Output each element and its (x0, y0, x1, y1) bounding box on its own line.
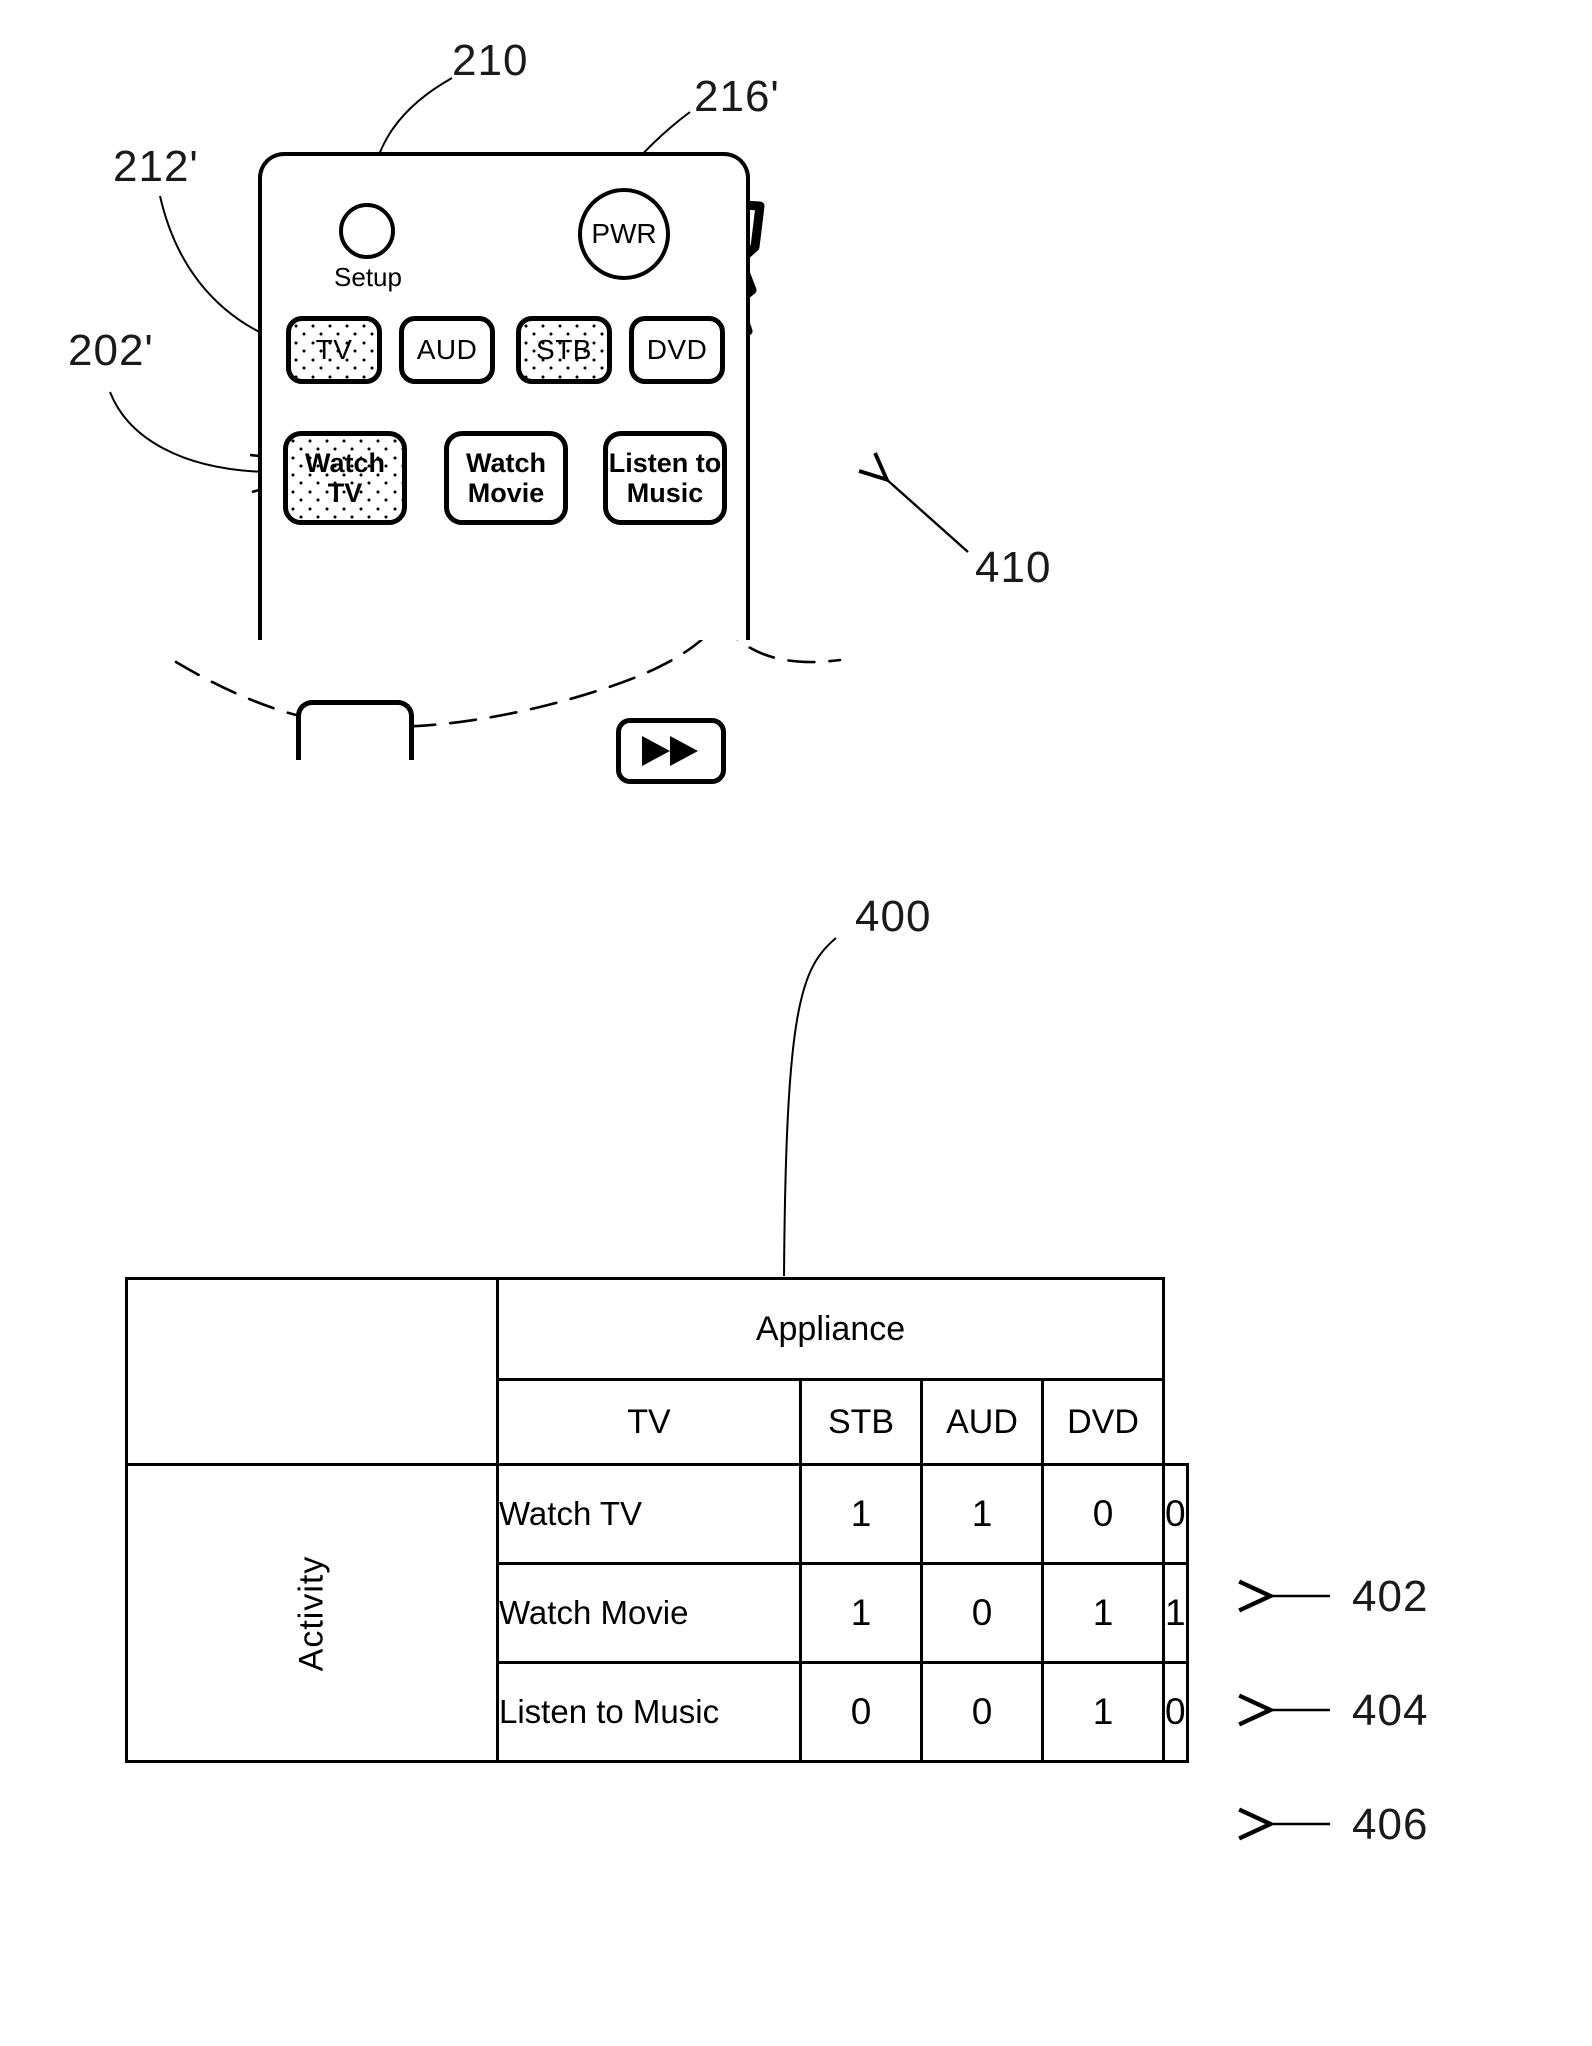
device-button-aud-label: AUD (416, 334, 478, 365)
table-cell-activity-name: Listen to Music (496, 1661, 802, 1763)
activity-button-watch-movie[interactable]: Watch Movie (444, 431, 568, 525)
remote-control-body (258, 152, 750, 640)
fast-forward-button[interactable] (616, 718, 726, 784)
table-cell-value: 0 (920, 1661, 1044, 1763)
table-header-appliance: Appliance (496, 1277, 1165, 1381)
table-cell-activity-name: Watch Movie (496, 1562, 802, 1664)
table-header-stb: STB (799, 1378, 923, 1466)
device-button-tv[interactable]: TV (286, 316, 382, 384)
reference-label-404: 404 (1352, 1686, 1429, 1735)
activity-button-watch-movie-line2: Movie (467, 478, 545, 508)
activity-button-listen-to-music-line1: Listen to (608, 447, 722, 478)
activity-button-watch-tv[interactable]: Watch TV (283, 431, 407, 525)
table-cell-value: 0 (920, 1562, 1044, 1664)
activity-button-watch-movie-line1: Watch (466, 447, 546, 478)
reference-label-202: 202' (68, 326, 154, 375)
reference-label-402: 402 (1352, 1572, 1429, 1621)
leader-line-202 (109, 391, 269, 473)
table-cell-value: 0 (799, 1661, 923, 1763)
table-cell-value: 1 (799, 1463, 923, 1565)
reference-label-406: 406 (1352, 1800, 1429, 1849)
leader-line-400 (783, 937, 837, 1277)
activity-button-watch-tv-line1: Watch (305, 447, 385, 478)
reference-label-410: 410 (975, 543, 1052, 592)
device-button-aud[interactable]: AUD (399, 316, 495, 384)
table-cell-value: 1 (1041, 1661, 1165, 1763)
activity-button-listen-to-music-line2: Music (626, 478, 704, 508)
device-button-stb[interactable]: STB (516, 316, 612, 384)
table-header-aud: AUD (920, 1378, 1044, 1466)
activity-appliance-matrix: Appliance TV STB AUD DVD Activity Watch … (125, 1277, 1189, 1763)
table-cell-value: 1 (1041, 1562, 1165, 1664)
table-cell-activity-name: Watch TV (496, 1463, 802, 1565)
device-button-tv-label: TV (315, 334, 353, 365)
table-header-tv: TV (496, 1378, 802, 1466)
table-cell-value: 1 (920, 1463, 1044, 1565)
table-cell-value: 0 (1162, 1463, 1189, 1565)
table-corner-blank (125, 1277, 499, 1466)
table-cell-value: 1 (799, 1562, 923, 1664)
power-button[interactable]: PWR (578, 188, 670, 280)
fast-forward-icon (642, 736, 698, 766)
reference-label-216: 216' (694, 72, 780, 121)
leader-arrow-410 (885, 478, 969, 553)
table-row-group-activity: Activity (125, 1463, 499, 1763)
partial-button-left[interactable] (296, 700, 414, 760)
device-button-stb-label: STB (536, 334, 592, 365)
activity-button-listen-to-music[interactable]: Listen to Music (603, 431, 727, 525)
device-button-dvd[interactable]: DVD (629, 316, 725, 384)
leader-line-212 (159, 195, 273, 339)
reference-label-210: 210 (452, 36, 529, 85)
table-row-group-activity-label: Activity (292, 1555, 331, 1671)
reference-label-400: 400 (855, 892, 932, 941)
table-header-row-appliance: Appliance (125, 1277, 1188, 1466)
setup-button-label: Setup (334, 262, 402, 292)
setup-button[interactable] (339, 203, 395, 259)
reference-label-212: 212' (113, 142, 199, 191)
table-row: Activity Watch TV 1 1 0 0 (125, 1463, 1189, 1763)
table-cell-value: 0 (1041, 1463, 1165, 1565)
activity-button-watch-tv-line2: TV (327, 478, 363, 508)
table-cell-value: 1 (1162, 1562, 1189, 1664)
table-header-dvd: DVD (1041, 1378, 1165, 1466)
table-cell-value: 0 (1162, 1661, 1189, 1763)
device-button-dvd-label: DVD (646, 334, 708, 365)
